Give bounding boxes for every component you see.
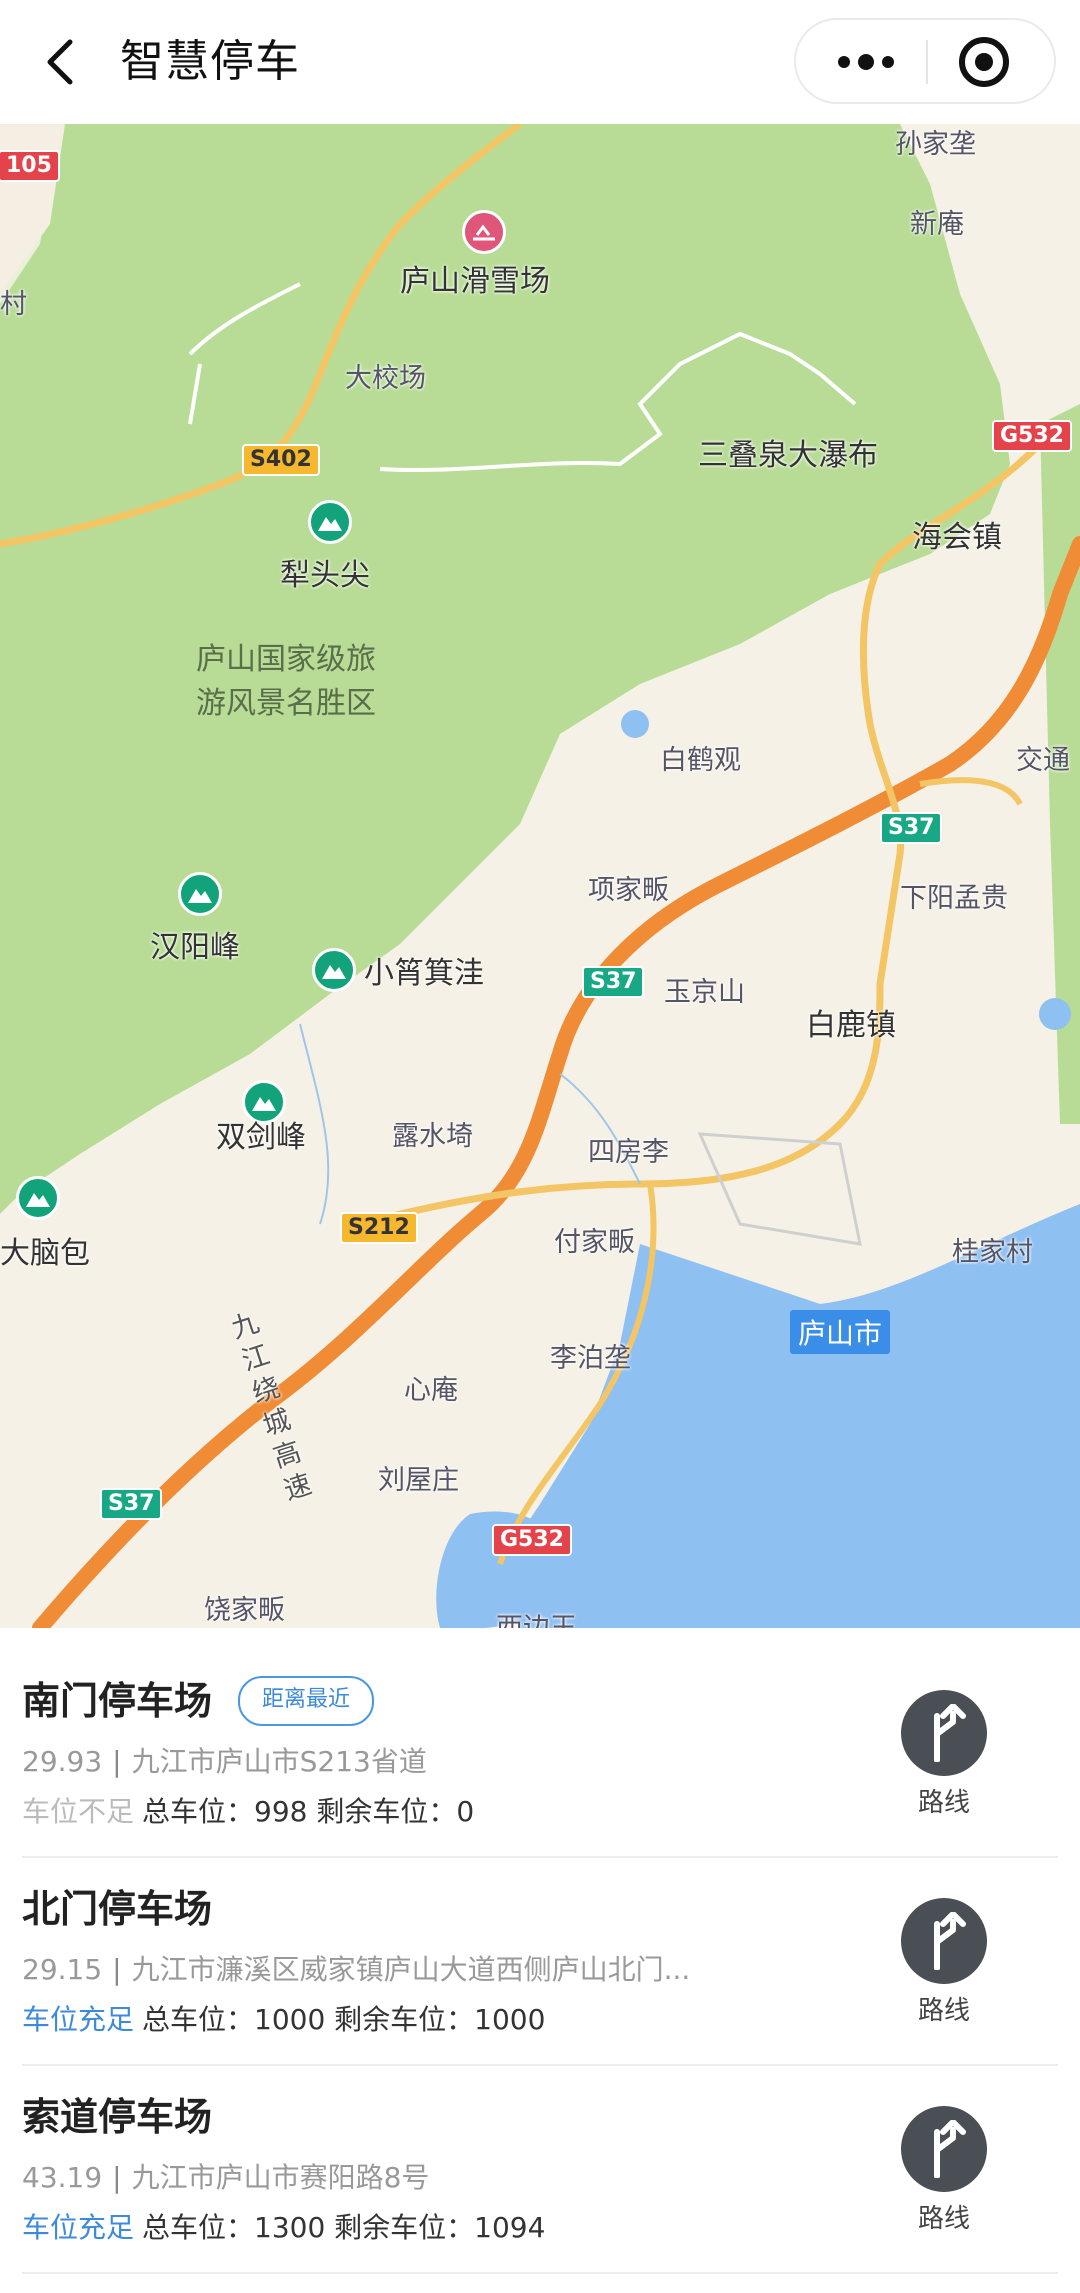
parking-address: 九江市濂溪区威家镇庐山大道西侧庐山北门... xyxy=(131,1953,691,1986)
map-label: 庐山滑雪场 xyxy=(400,264,550,299)
capsule-divider xyxy=(926,40,928,84)
nearest-badge: 距离最近 xyxy=(238,1676,375,1726)
map-label: 饶家畈 xyxy=(204,1595,285,1626)
parking-address: 九江市庐山市赛阳路8号 xyxy=(131,2161,430,2194)
parking-stats: 车位不足 总车位：998 剩余车位：0 xyxy=(22,1790,474,1830)
parking-stats: 车位充足 总车位：1000 剩余车位：1000 xyxy=(22,1998,545,2038)
separator: | xyxy=(112,1745,122,1778)
map-label: 刘屋庄 xyxy=(378,1465,459,1496)
map-label: 付家畈 xyxy=(554,1227,635,1258)
map-label: 下阳孟贵 xyxy=(900,883,1008,914)
separator: | xyxy=(112,1953,122,1986)
close-miniprogram-button[interactable] xyxy=(956,34,1012,90)
mountain-peak-icon[interactable] xyxy=(178,872,222,916)
mountain-peak-icon[interactable] xyxy=(16,1176,60,1220)
route-arrow-icon xyxy=(934,2120,966,2178)
back-button[interactable] xyxy=(36,32,92,92)
target-icon xyxy=(959,37,1009,87)
route-icon-circle xyxy=(901,1690,987,1776)
route-arrow-icon xyxy=(934,1704,966,1762)
route-button[interactable]: 路线 xyxy=(898,1690,990,1819)
mountain-peak-icon[interactable] xyxy=(312,948,356,992)
list-divider xyxy=(22,2272,1058,2274)
page-title: 智慧停车 xyxy=(120,36,300,87)
space-counts: 总车位：1000 剩余车位：1000 xyxy=(142,2003,546,2036)
top-bar: 智慧停车 xyxy=(0,0,1080,124)
road-shield: S37 xyxy=(880,812,943,844)
map-view[interactable]: 孙家垄 新庵 村 庐山滑雪场 大校场 三叠泉大瀑布 海会镇 犁头尖 庐山国家级旅… xyxy=(0,124,1080,1628)
map-label: 白鹤观 xyxy=(660,745,741,776)
map-label: 游风景名胜区 xyxy=(196,686,376,721)
map-label: 露水埼 xyxy=(392,1121,473,1152)
mountain-peak-icon[interactable] xyxy=(308,500,352,544)
map-label: 桂家村 xyxy=(952,1237,1033,1268)
parking-address-line: 29.15 | 九江市濂溪区威家镇庐山大道西侧庐山北门... xyxy=(22,1948,690,1988)
map-label: 大校场 xyxy=(345,363,426,394)
road-shield: 105 xyxy=(0,150,60,182)
space-counts: 总车位：1300 剩余车位：1094 xyxy=(142,2211,546,2244)
map-label: 玉京山 xyxy=(664,977,745,1008)
availability-status: 车位充足 xyxy=(22,2211,135,2244)
map-label: 海会镇 xyxy=(912,520,1002,555)
map-label: 三叠泉大瀑布 xyxy=(698,438,878,473)
map-label: 交通 xyxy=(1016,745,1070,776)
more-button[interactable] xyxy=(826,38,906,86)
parking-address: 九江市庐山市S213省道 xyxy=(131,1745,427,1778)
road-shield: S37 xyxy=(100,1488,163,1520)
parking-stats: 车位充足 总车位：1300 剩余车位：1094 xyxy=(22,2206,545,2246)
route-label: 路线 xyxy=(917,1788,970,1818)
map-label: 庐山国家级旅 xyxy=(196,642,376,677)
parking-address-line: 43.19 | 九江市庐山市赛阳路8号 xyxy=(22,2156,429,2196)
map-label: 村 xyxy=(0,289,27,320)
parking-address-line: 29.93 | 九江市庐山市S213省道 xyxy=(22,1740,427,1780)
city-label: 庐山市 xyxy=(790,1310,891,1354)
map-label: 李泊垄 xyxy=(550,1343,631,1374)
map-label: 白鹿镇 xyxy=(806,1008,896,1043)
route-button[interactable]: 路线 xyxy=(898,1898,990,2027)
road-shield: S212 xyxy=(340,1212,418,1244)
parking-name: 索道停车场 xyxy=(22,2095,213,2139)
chevron-left-icon xyxy=(47,39,73,85)
route-icon-circle xyxy=(901,1898,987,1984)
separator: | xyxy=(112,2161,122,2194)
parking-list-item[interactable]: 南门停车场 距离最近 29.93 | 九江市庐山市S213省道 车位不足 总车位：99… xyxy=(0,1628,1080,1835)
space-counts: 总车位：998 剩余车位：0 xyxy=(142,1795,475,1828)
route-button[interactable]: 路线 xyxy=(898,2106,990,2235)
ski-resort-icon[interactable] xyxy=(462,210,506,254)
availability-status: 车位充足 xyxy=(22,2003,135,2036)
parking-list-item[interactable]: 索道停车场 43.19 | 九江市庐山市赛阳路8号 车位充足 总车位：1300 剩余车… xyxy=(0,2044,1080,2251)
parking-distance: 29.15 xyxy=(22,1953,103,1986)
route-label: 路线 xyxy=(917,1996,970,2026)
map-label: 孙家垄 xyxy=(895,129,976,160)
route-label: 路线 xyxy=(917,2204,970,2234)
map-label: 项家畈 xyxy=(588,875,669,906)
road-shield: G532 xyxy=(492,1524,572,1556)
road-shield: S37 xyxy=(582,966,645,998)
map-label: 四房李 xyxy=(588,1137,669,1168)
route-icon-circle xyxy=(901,2106,987,2192)
map-label: 西边王 xyxy=(496,1606,577,1628)
parking-name: 南门停车场 xyxy=(22,1679,213,1723)
map-label: 新庵 xyxy=(910,209,964,240)
map-label: 心庵 xyxy=(404,1375,458,1406)
map-label: 小筲箕洼 xyxy=(364,956,484,991)
availability-status: 车位不足 xyxy=(22,1795,135,1828)
map-label: 犁头尖 xyxy=(280,558,370,593)
more-dots-icon xyxy=(838,54,894,70)
route-arrow-icon xyxy=(934,1912,966,1970)
map-label: 大脑包 xyxy=(0,1236,90,1271)
road-shield: G532 xyxy=(992,420,1072,452)
map-label: 双剑峰 xyxy=(216,1120,306,1155)
miniprogram-capsule xyxy=(794,18,1056,104)
road-shield: S402 xyxy=(242,444,320,476)
map-label: 汉阳峰 xyxy=(150,930,240,965)
parking-name: 北门停车场 xyxy=(22,1887,213,1931)
parking-distance: 43.19 xyxy=(22,2161,103,2194)
parking-list-item[interactable]: 北门停车场 29.15 | 九江市濂溪区威家镇庐山大道西侧庐山北门... 车位充足总… xyxy=(0,1836,1080,2043)
parking-list-panel: 南门停车场 距离最近 29.93 | 九江市庐山市S213省道 车位不足 总车位：99… xyxy=(0,1628,1080,2293)
parking-distance: 29.93 xyxy=(22,1745,103,1778)
